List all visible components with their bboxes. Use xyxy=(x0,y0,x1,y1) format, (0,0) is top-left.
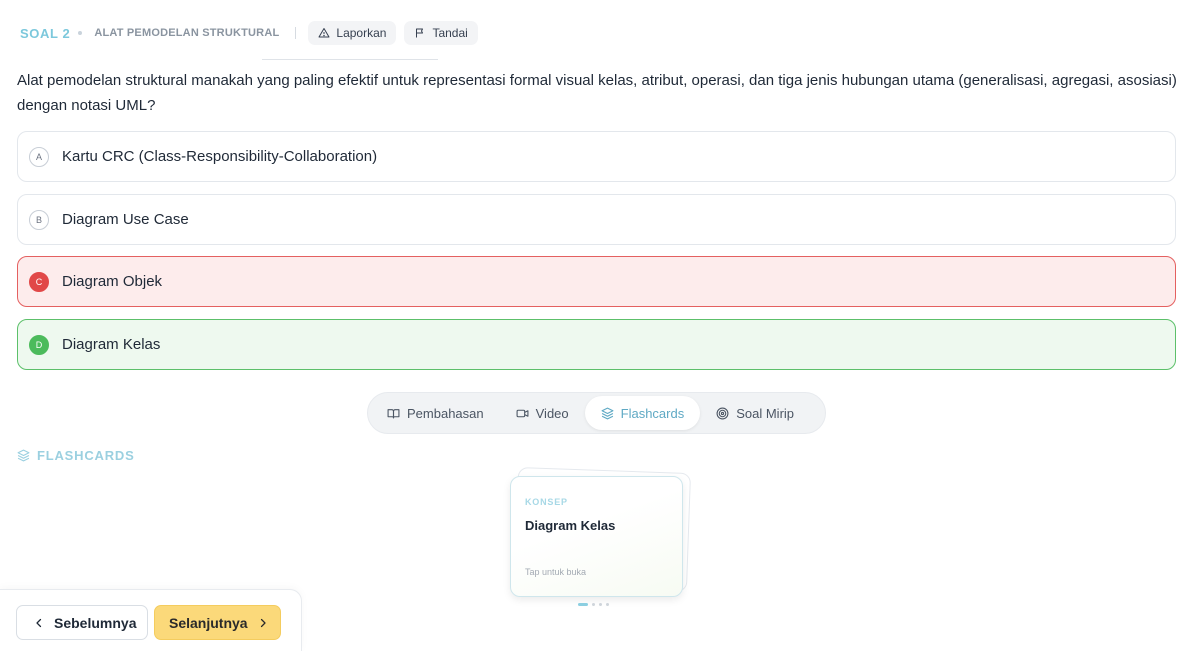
option-letter-badge: B xyxy=(29,209,49,230)
option-letter-badge: C xyxy=(29,271,49,292)
tab-video[interactable]: Video xyxy=(500,396,585,430)
tab-soal-mirip[interactable]: Soal Mirip xyxy=(700,396,810,430)
flashcard-kind: KONSEP xyxy=(525,497,568,507)
tab-label: Pembahasan xyxy=(407,405,484,421)
flashcard[interactable]: KONSEP Diagram Kelas Tap untuk buka xyxy=(510,476,683,597)
pagination-dot-active[interactable] xyxy=(578,603,588,606)
video-icon xyxy=(516,409,529,417)
pagination-dot[interactable] xyxy=(592,603,595,606)
explanation-tabs: Pembahasan Video Flashcards Soal Mirip xyxy=(367,392,826,434)
next-button[interactable]: Selanjutnya xyxy=(154,605,281,640)
section-title-label: FLASHCARDS xyxy=(37,448,135,463)
tab-pembahasan[interactable]: Pembahasan xyxy=(371,396,500,430)
option-label: Diagram Use Case xyxy=(62,211,189,228)
header-divider xyxy=(262,59,438,60)
option-label: Diagram Objek xyxy=(62,273,163,290)
option-label: Diagram Kelas xyxy=(62,336,161,353)
tab-label: Soal Mirip xyxy=(736,405,795,421)
option-letter-badge: A xyxy=(29,146,49,167)
footer-navigation: Sebelumnya Selanjutnya xyxy=(0,589,302,651)
option-d[interactable]: D Diagram Kelas xyxy=(17,319,1176,370)
layers-icon xyxy=(17,449,30,462)
layers-icon xyxy=(601,407,614,419)
question-number: SOAL 2 xyxy=(20,25,71,41)
report-button[interactable]: Laporkan xyxy=(308,21,397,45)
tab-flashcards[interactable]: Flashcards xyxy=(584,396,701,430)
option-c[interactable]: C Diagram Objek xyxy=(17,256,1176,307)
flashcard-pagination xyxy=(578,603,609,606)
book-open-icon xyxy=(387,408,400,418)
pagination-dot[interactable] xyxy=(606,603,609,606)
flashcards-section-title: FLASHCARDS xyxy=(17,448,135,463)
flag-icon xyxy=(416,28,424,38)
previous-button[interactable]: Sebelumnya xyxy=(16,605,148,640)
chevron-left-icon xyxy=(36,618,42,627)
warning-icon xyxy=(318,28,330,38)
pagination-dot[interactable] xyxy=(599,603,602,606)
previous-label: Sebelumnya xyxy=(54,614,137,631)
question-text: Alat pemodelan struktural manakah yang p… xyxy=(17,72,1177,114)
flag-label: Tandai xyxy=(432,26,468,40)
question-header: SOAL 2 ALAT PEMODELAN STRUKTURAL Laporka… xyxy=(20,21,486,45)
option-label: Kartu CRC (Class-Responsibility-Collabor… xyxy=(62,148,378,165)
tab-label: Video xyxy=(535,405,569,421)
question-topic: ALAT PEMODELAN STRUKTURAL xyxy=(94,27,280,39)
flashcard-hint: Tap untuk buka xyxy=(525,567,587,577)
flashcard-term: Diagram Kelas xyxy=(525,518,616,533)
flag-button[interactable]: Tandai xyxy=(404,21,478,45)
target-icon xyxy=(716,407,729,419)
separator-dot xyxy=(78,31,83,35)
vertical-divider xyxy=(295,27,297,39)
option-b[interactable]: B Diagram Use Case xyxy=(17,194,1176,245)
option-a[interactable]: A Kartu CRC (Class-Responsibility-Collab… xyxy=(17,131,1176,182)
report-label: Laporkan xyxy=(336,26,387,40)
tab-label: Flashcards xyxy=(620,405,685,421)
next-label: Selanjutnya xyxy=(169,614,248,631)
option-letter-badge: D xyxy=(29,334,49,355)
chevron-right-icon xyxy=(260,618,266,627)
